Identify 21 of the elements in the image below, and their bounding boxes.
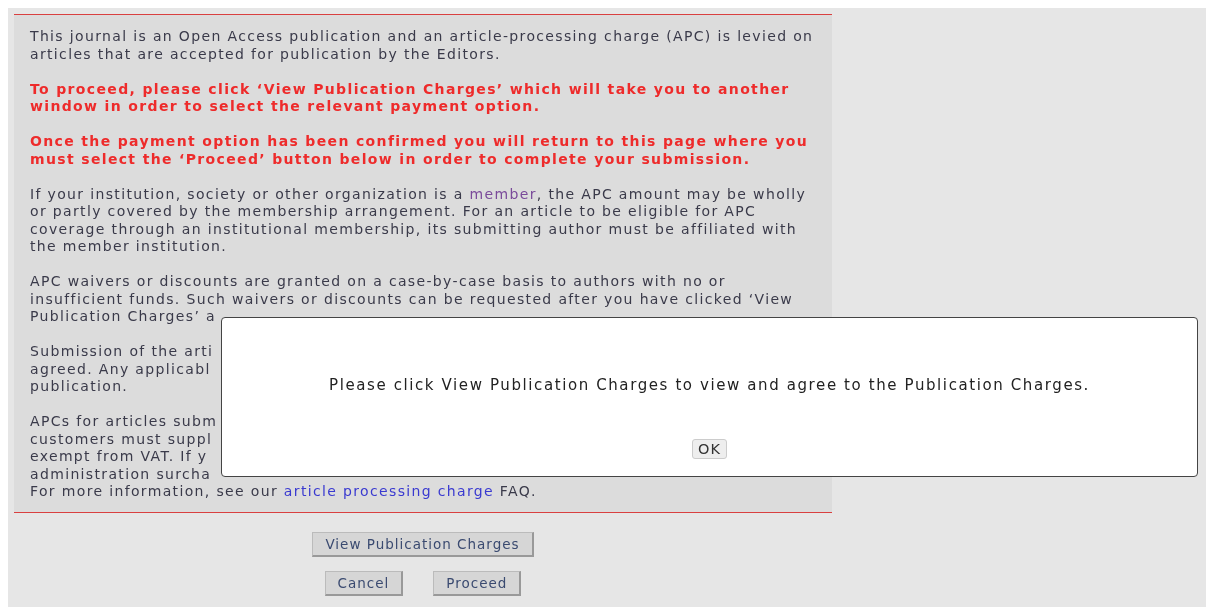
paragraph-line: APCs for articles subm (30, 413, 218, 431)
instruction-text: To proceed, please click ‘View Publication Charges’ which will take you to another window in order to select the relevant payment option. (30, 80, 791, 116)
link[interactable]: member (469, 185, 537, 202)
paragraph-line: administration surcha (30, 465, 212, 483)
paragraph: This journal is an Open Access publication and an article-processing charge (APC) is levied on articles that are accepted for publication by the Editors. (30, 28, 815, 63)
paragraph-line: customers must suppl (30, 430, 213, 448)
paragraph-line: Publication Charges’ a (30, 308, 216, 326)
paragraph: If your institution, society or other organization is a member, the APC amount may be wholly or partly covered by the membership arrangement. For an article to be eligible for APC coverage through an institutional membership, its submitting author must be affiliated with the member institution. (30, 185, 808, 256)
paragraph-line: insufficient funds. Such waivers or discounts can be requested after you have clicked ‘View (30, 290, 794, 308)
paragraph-line: exempt from VAT. If y (30, 448, 208, 466)
paragraph-line: APC waivers or discounts are granted on a case-by-case basis to authors with no or (30, 273, 726, 291)
link[interactable]: article processing charge (283, 483, 495, 499)
dialog-message: Please click View Publication Charges to view and agree to the Publication Charges. (329, 376, 1090, 394)
paragraph-line: publication. (30, 378, 129, 396)
view-charges-button[interactable]: View Publication Charges (312, 531, 534, 557)
paragraph-line: Submission of the arti (30, 343, 214, 361)
instruction-text: Once the payment option has been confirmed you will return to this page where you must select the ‘Proceed’ button below in order to complete your submission. (30, 133, 810, 168)
action-button[interactable]: Proceed (433, 570, 522, 596)
paragraph-line: For more information, see our article processing charge FAQ. (30, 483, 537, 501)
paragraph-line: agreed. Any applicabl (30, 360, 211, 378)
ok-button[interactable]: OK (692, 439, 727, 459)
